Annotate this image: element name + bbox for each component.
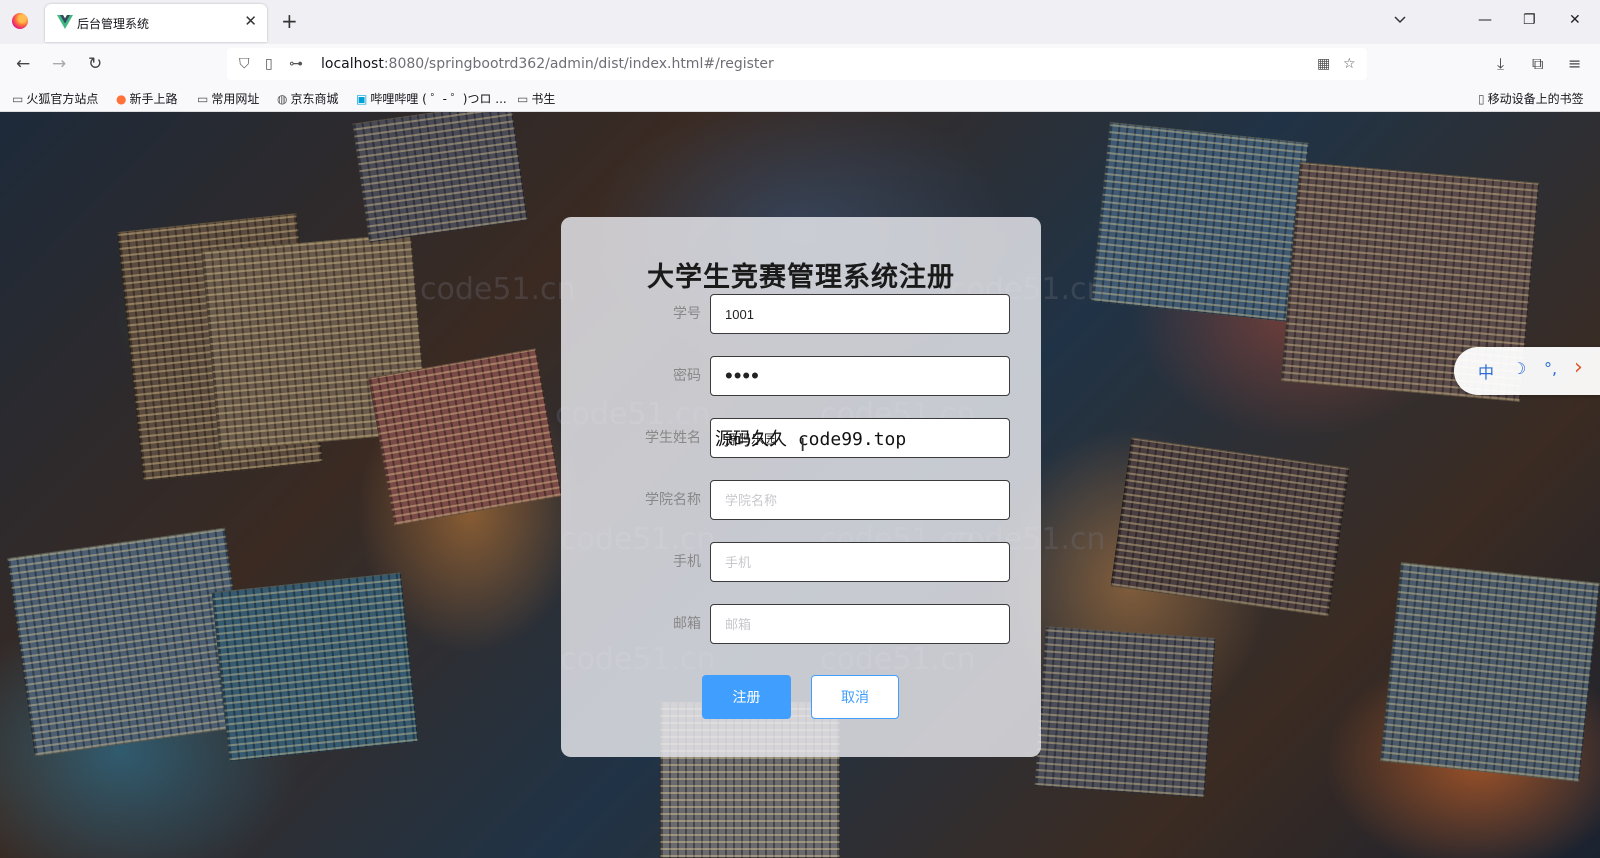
nav-bar: ← → ↻ ⛉ ▯ ⊶ localhost:8080/springbootrd3… bbox=[0, 44, 1600, 84]
phone-label: 手机 bbox=[673, 554, 701, 570]
firefox-icon: ● bbox=[116, 92, 127, 106]
building bbox=[352, 112, 528, 243]
firefox-logo-icon[interactable] bbox=[12, 13, 28, 29]
list-all-tabs-icon[interactable] bbox=[1393, 13, 1407, 27]
extensions-icon[interactable]: ⧉ bbox=[1532, 54, 1543, 74]
cancel-button[interactable]: 取消 bbox=[811, 675, 899, 719]
bookmark-item[interactable]: ▭ 常用网址 bbox=[197, 90, 259, 107]
forward-icon[interactable]: → bbox=[52, 54, 66, 74]
page-title: 大学生竞赛管理系统注册 bbox=[647, 262, 955, 293]
college-name-label: 学院名称 bbox=[645, 492, 701, 508]
building bbox=[1034, 626, 1216, 798]
bookmark-star-icon[interactable]: ☆ bbox=[1343, 56, 1356, 72]
page-icon[interactable]: ▯ bbox=[265, 56, 273, 72]
close-window-icon[interactable]: ✕ bbox=[1569, 12, 1581, 28]
url-text[interactable]: localhost:8080/springbootrd362/admin/dis… bbox=[321, 56, 774, 72]
password-label: 密码 bbox=[673, 368, 701, 384]
tab-close-icon[interactable]: ✕ bbox=[244, 12, 257, 30]
url-bar[interactable]: ⛉ ▯ ⊶ localhost:8080/springbootrd362/adm… bbox=[227, 48, 1367, 80]
qr-code-icon[interactable]: ▦ bbox=[1317, 56, 1330, 72]
watermark: code51.cn bbox=[420, 272, 576, 307]
email-label: 邮箱 bbox=[673, 616, 701, 632]
student-name-label: 学生姓名 bbox=[645, 430, 701, 446]
building bbox=[1380, 562, 1600, 782]
register-page: code51.cn code51.cn code51.cn code51.cn … bbox=[0, 112, 1600, 858]
college-name-input[interactable] bbox=[710, 480, 1010, 520]
ime-language-toggle[interactable]: 中 bbox=[1478, 359, 1494, 383]
building bbox=[1110, 437, 1350, 617]
punctuation-icon[interactable]: °, bbox=[1544, 359, 1557, 378]
reload-icon[interactable]: ↻ bbox=[88, 54, 102, 74]
building bbox=[1091, 122, 1309, 322]
register-button[interactable]: 注册 bbox=[702, 675, 791, 719]
text-cursor-icon: I bbox=[800, 435, 806, 456]
email-input[interactable] bbox=[710, 604, 1010, 644]
menu-icon[interactable]: ≡ bbox=[1568, 54, 1581, 73]
tab-active[interactable]: 后台管理系统 ✕ bbox=[45, 4, 267, 42]
moon-icon[interactable]: ☽ bbox=[1512, 359, 1526, 378]
globe-icon: ◍ bbox=[277, 92, 288, 106]
restore-icon[interactable]: ❐ bbox=[1523, 12, 1536, 28]
folder-icon: ▭ bbox=[12, 92, 24, 106]
vue-favicon-icon bbox=[57, 15, 73, 29]
register-card: 大学生竞赛管理系统注册 学号 密码 •••• 学生姓名 源码久久 code99.… bbox=[561, 217, 1041, 757]
bookmark-item[interactable]: ▭ 火狐官方站点 bbox=[12, 90, 98, 107]
bookmark-item[interactable]: ◍ 京东商城 bbox=[277, 90, 339, 107]
new-tab-icon[interactable]: + bbox=[281, 9, 298, 33]
url-host: localhost bbox=[321, 56, 384, 72]
bookmark-item[interactable]: ▣ 哔哩哔哩 ( ゜- ゜)つロ ... bbox=[356, 90, 507, 107]
tab-title: 后台管理系统 bbox=[77, 17, 150, 31]
password-input[interactable]: •••• bbox=[710, 356, 1010, 396]
key-icon[interactable]: ⊶ bbox=[289, 56, 303, 72]
mobile-bookmarks[interactable]: ▯ 移动设备上的书签 bbox=[1478, 90, 1584, 107]
url-path: :8080/springbootrd362/admin/dist/index.h… bbox=[383, 56, 774, 72]
building bbox=[211, 572, 419, 762]
bookmark-item[interactable]: ● 新手上路 bbox=[116, 90, 178, 107]
shield-icon[interactable]: ⛉ bbox=[239, 56, 250, 72]
student-id-input[interactable] bbox=[710, 294, 1010, 334]
ime-toolbar[interactable]: 中 ☽ °, › bbox=[1454, 347, 1600, 395]
tab-strip: 后台管理系统 ✕ + — ❐ ✕ bbox=[0, 0, 1600, 44]
back-icon[interactable]: ← bbox=[16, 54, 30, 74]
student-id-label: 学号 bbox=[673, 306, 701, 322]
download-icon[interactable]: ⤓ bbox=[1497, 54, 1504, 74]
building bbox=[368, 348, 562, 526]
folder-icon: ▭ bbox=[517, 92, 529, 106]
chevron-right-icon[interactable]: › bbox=[1574, 355, 1583, 380]
mobile-icon: ▯ bbox=[1478, 92, 1485, 106]
phone-input[interactable] bbox=[710, 542, 1010, 582]
bookmarks-bar: ▭ 火狐官方站点 ● 新手上路 ▭ 常用网址 ◍ 京东商城 ▣ 哔哩哔哩 ( ゜- ゜)つ… bbox=[0, 84, 1600, 112]
minimize-icon[interactable]: — bbox=[1478, 12, 1492, 28]
bookmark-item[interactable]: ▭ 书生 bbox=[517, 90, 555, 107]
watermark-overlay-text: 源码久久 code99.top bbox=[715, 429, 907, 450]
bilibili-icon: ▣ bbox=[356, 92, 368, 106]
folder-icon: ▭ bbox=[197, 92, 209, 106]
